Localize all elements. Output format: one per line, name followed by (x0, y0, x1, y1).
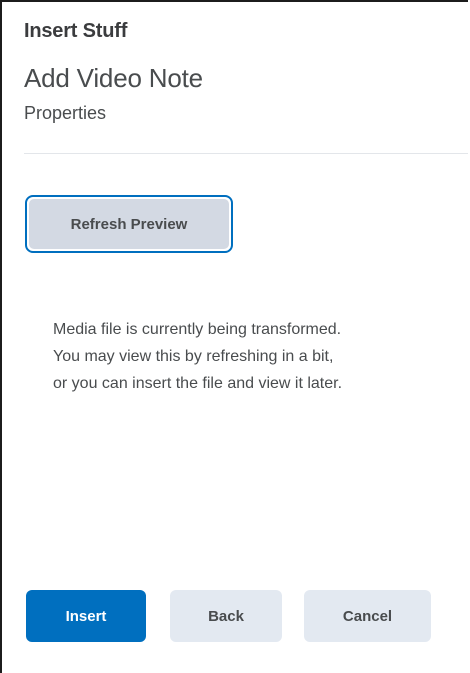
dialog-title: Insert Stuff (24, 20, 128, 42)
refresh-preview-label: Refresh Preview (29, 199, 229, 249)
message-line: or you can insert the file and view it l… (53, 375, 343, 392)
page-subtitle: Properties (24, 103, 107, 123)
transform-status-message: Media file is currently being transforme… (53, 316, 453, 397)
cancel-button[interactable]: Cancel (304, 590, 431, 642)
insert-button[interactable]: Insert (26, 590, 146, 642)
insert-stuff-dialog: Insert Stuff Add Video Note Properties R… (0, 0, 468, 673)
back-button[interactable]: Back (170, 590, 282, 642)
message-line: Media file is currently being transforme… (53, 321, 342, 338)
message-line: You may view this by refreshing in a bit… (53, 348, 334, 365)
refresh-preview-button[interactable]: Refresh Preview (25, 195, 233, 253)
page-title: Add Video Note (24, 63, 203, 93)
header-divider (24, 153, 468, 154)
